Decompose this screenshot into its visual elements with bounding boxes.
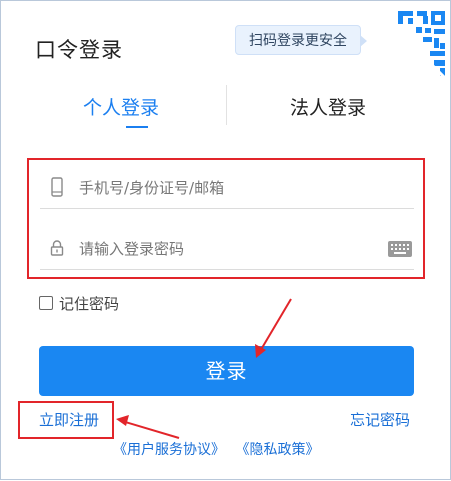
active-tab-indicator: [126, 126, 148, 128]
remember-password-label: 记住密码: [59, 295, 120, 313]
login-panel: 口令登录 扫码登录更安全 个人登录 法人登录 手机号/身份证号/邮箱 记住密码 …: [0, 0, 451, 480]
user-agreement-link[interactable]: 《用户服务协议》: [113, 442, 225, 458]
login-button[interactable]: 登录: [39, 346, 414, 396]
credentials-highlight-box: [27, 158, 425, 279]
qr-code-icon[interactable]: [368, 1, 450, 83]
privacy-policy-link[interactable]: 《隐私政策》: [235, 442, 319, 458]
agreement-links: 《用户服务协议》 《隐私政策》: [113, 439, 319, 459]
tab-personal-login[interactable]: 个人登录: [83, 93, 159, 120]
qr-login-tip[interactable]: 扫码登录更安全: [235, 25, 367, 55]
login-type-tabs: 个人登录 法人登录: [1, 81, 451, 131]
tab-legal-login[interactable]: 法人登录: [290, 93, 366, 120]
forgot-password-link[interactable]: 忘记密码: [350, 409, 410, 430]
checkbox-icon[interactable]: [39, 296, 53, 310]
register-link[interactable]: 立即注册: [39, 409, 99, 430]
tab-divider: [226, 85, 227, 125]
arrow-to-register-link: [116, 415, 180, 439]
page-title: 口令登录: [35, 38, 123, 62]
